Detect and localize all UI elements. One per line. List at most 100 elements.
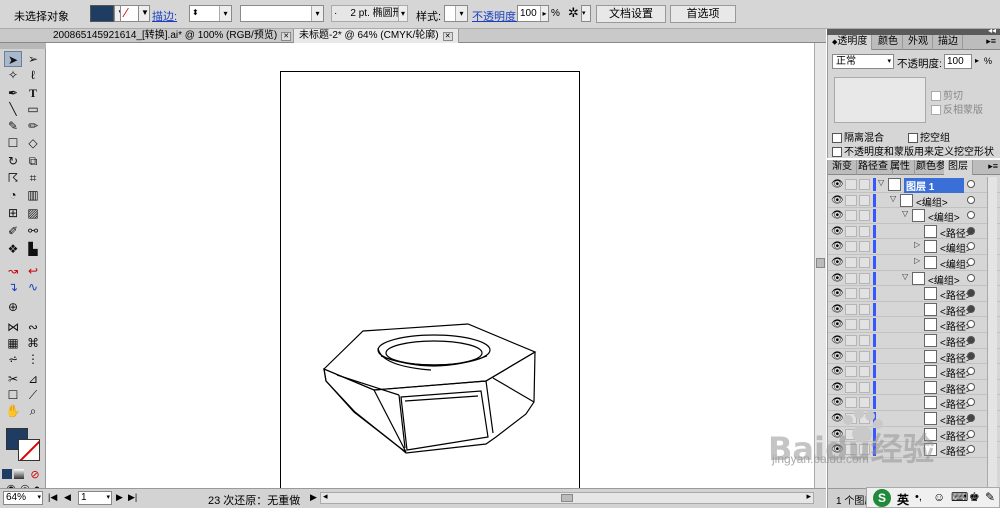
target-circle-icon[interactable]: [967, 398, 975, 407]
visibility-eye-icon[interactable]: 👁: [831, 273, 844, 284]
paintbrush-tool-icon[interactable]: ✎: [4, 118, 22, 134]
lock-toggle[interactable]: [845, 366, 857, 378]
panel-menu-icon[interactable]: ▸≡: [986, 36, 996, 47]
artboard-number-field[interactable]: 1 ▾: [78, 491, 112, 505]
target-circle-icon[interactable]: [967, 180, 975, 188]
tab-attributes[interactable]: 属性: [886, 160, 915, 175]
knife-tool-icon[interactable]: ⟋: [24, 387, 42, 403]
mesh-grid-tool-icon[interactable]: ▦: [4, 335, 22, 351]
visibility-eye-icon[interactable]: 👁: [831, 257, 844, 268]
tab-layers[interactable]: 图层: [944, 160, 973, 175]
template-toggle[interactable]: [859, 179, 870, 190]
target-circle-icon[interactable]: [967, 351, 975, 360]
slice-tool-icon[interactable]: ✂: [4, 371, 22, 387]
line-tool-icon[interactable]: ╲: [4, 101, 22, 117]
document-tab-1[interactable]: 200865145921614_[转换].ai* @ 100% (RGB/预览)…: [48, 29, 294, 43]
column-graph-tool-icon[interactable]: ▙: [24, 241, 42, 257]
lock-toggle[interactable]: [845, 303, 857, 315]
target-circle-icon[interactable]: [967, 445, 975, 454]
gradient-mode-icon[interactable]: [14, 469, 24, 479]
artboard[interactable]: [280, 71, 580, 501]
target-circle-icon[interactable]: [967, 211, 975, 220]
brush-profile-field[interactable]: · 2 pt. 椭圆形 ▾: [331, 5, 408, 22]
invert-mask-option[interactable]: 反相蒙版: [931, 101, 983, 116]
width-tool-icon[interactable]: ↝: [4, 263, 22, 279]
visibility-eye-icon[interactable]: 👁: [831, 195, 844, 206]
scale-tool-icon[interactable]: ⧉: [24, 153, 42, 169]
visibility-eye-icon[interactable]: 👁: [831, 288, 844, 299]
zoom-field[interactable]: 64% ▾: [3, 491, 43, 505]
settings-icon[interactable]: ✎: [985, 490, 995, 504]
stroke-label[interactable]: 描边:: [152, 8, 177, 24]
status-text[interactable]: 23 次还原：无重做: [208, 492, 300, 508]
lock-toggle[interactable]: [845, 335, 857, 346]
visibility-eye-icon[interactable]: 👁: [831, 241, 844, 252]
lock-toggle[interactable]: [845, 319, 857, 331]
lock-toggle[interactable]: [845, 225, 857, 237]
layers-menu-icon[interactable]: ▸≡: [988, 161, 998, 172]
opacity-mask-option[interactable]: 不透明度和蒙版用来定义挖空形状: [832, 143, 994, 158]
template-toggle[interactable]: [859, 303, 870, 315]
target-circle-icon[interactable]: [967, 320, 975, 329]
direct-selection-tool-icon[interactable]: ➢: [24, 51, 42, 67]
layer-row[interactable]: 👁 ▽ 图层 1: [828, 177, 1000, 193]
template-toggle[interactable]: [859, 335, 870, 346]
lock-toggle[interactable]: [845, 179, 857, 190]
layer-row[interactable]: 👁 ▷ <编组>: [828, 239, 1000, 255]
stroke-weight-field[interactable]: ⬍ ▾: [189, 5, 232, 22]
target-circle-icon[interactable]: [967, 226, 975, 235]
lock-toggle[interactable]: [845, 288, 857, 300]
live-paint-tool-icon[interactable]: ▥: [24, 187, 42, 203]
blend-mode-select[interactable]: 正常 ▾: [832, 54, 894, 69]
target-circle-icon[interactable]: [967, 429, 975, 438]
artboard-tool-icon[interactable]: ☐: [4, 387, 22, 403]
visibility-eye-icon[interactable]: 👁: [831, 382, 844, 393]
isolate-blending-option[interactable]: 隔离混合: [832, 129, 884, 144]
scroll-left-icon[interactable]: ◂: [323, 491, 328, 502]
zoom-tool-icon[interactable]: ⌕: [24, 403, 42, 419]
visibility-eye-icon[interactable]: 👁: [831, 335, 844, 346]
hex-nut-drawing[interactable]: [281, 72, 581, 502]
lock-toggle[interactable]: [845, 350, 857, 362]
tab-color[interactable]: 颜色: [874, 35, 903, 50]
layer-row[interactable]: 👁 ▽ <编组>: [828, 193, 1000, 209]
style-dropdown[interactable]: ▾: [444, 5, 468, 22]
next-artboard-icon[interactable]: ▶: [116, 492, 123, 503]
template-toggle[interactable]: [859, 319, 870, 331]
clip-option[interactable]: 剪切: [931, 87, 963, 102]
lock-toggle[interactable]: [845, 381, 857, 393]
document-setup-button[interactable]: 文档设置: [596, 5, 666, 23]
document-tab-2[interactable]: 未标题-2* @ 64% (CMYK/轮廓) ✕: [294, 29, 459, 43]
status-menu-icon[interactable]: ▶: [310, 492, 317, 503]
gradient-mesh-tool-icon[interactable]: ⌘: [24, 335, 42, 351]
target-circle-icon[interactable]: [967, 195, 975, 204]
emoji-icon[interactable]: ☺: [933, 490, 945, 504]
layer-row[interactable]: 👁 ▽ <编组>: [828, 208, 1000, 224]
hscroll-thumb[interactable]: [561, 494, 573, 502]
skin-icon[interactable]: ♚: [969, 490, 980, 504]
recolor-icon[interactable]: ✲: [568, 5, 579, 21]
expand-triangle-icon[interactable]: ▽: [902, 209, 908, 218]
magic-wand-tool-icon[interactable]: ✧: [4, 67, 22, 83]
eyedropper-tool-icon[interactable]: ✐: [4, 223, 22, 239]
stroke-color-box[interactable]: [18, 439, 40, 461]
target-circle-icon[interactable]: [967, 242, 975, 251]
target-circle-icon[interactable]: [967, 273, 975, 282]
close-icon[interactable]: ✕: [281, 32, 292, 41]
layer-name[interactable]: <编组>: [916, 194, 948, 209]
horizontal-scrollbar[interactable]: ◂ ▸: [320, 491, 814, 504]
preferences-button[interactable]: 首选项: [670, 5, 736, 23]
target-circle-icon[interactable]: [967, 414, 975, 422]
prev-artboard-icon[interactable]: ◀: [64, 492, 71, 503]
visibility-eye-icon[interactable]: 👁: [831, 366, 844, 377]
list-tool-icon[interactable]: ⋮: [24, 351, 42, 367]
type-tool-icon[interactable]: T: [24, 85, 42, 101]
layer-name[interactable]: 图层 1: [904, 178, 965, 193]
collapse-triangle-icon[interactable]: ▷: [914, 256, 920, 265]
first-artboard-icon[interactable]: |◀: [48, 492, 57, 503]
smooth-tool-icon[interactable]: ↴: [4, 279, 22, 295]
hand-tool-icon[interactable]: ✋: [4, 403, 22, 419]
chart-tool-icon[interactable]: ⩫: [4, 351, 22, 367]
mesh-tool-icon[interactable]: ⋈: [4, 319, 22, 335]
ime-lang[interactable]: 英: [897, 491, 909, 508]
